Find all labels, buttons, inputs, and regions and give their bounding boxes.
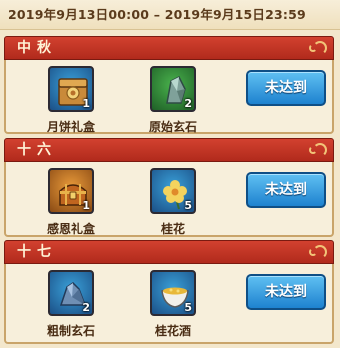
claim-reward-button[interactable]: 未达到 [246,172,326,208]
item-count: 2 [184,97,192,110]
reward-item-slot[interactable]: 2 [150,66,196,112]
item-count: 5 [184,199,192,212]
reward-item-slot[interactable]: 2 [48,270,94,316]
section-title: 十七 [17,244,57,260]
item-name: 原始玄石 [148,120,197,134]
item-count: 5 [184,301,192,314]
reward-section-seventeenth: 十七 2 粗制玄石 5 桂花酒 未达到 [4,240,334,344]
reward-item-slot[interactable]: 1 [48,66,94,112]
item-count: 1 [82,199,90,212]
claim-reward-button[interactable]: 未达到 [246,70,326,106]
item-name: 粗制玄石 [46,324,95,338]
reward-section-sixteenth: 十六 1 感恩礼盒 5 桂花 未达到 [4,138,334,237]
reward-item-slot[interactable]: 5 [150,168,196,214]
item-count: 1 [82,97,90,110]
reward-section-mid-autumn: 中秋 1 月饼礼盒 2 原始玄石 未达到 [4,36,334,134]
item-count: 2 [82,301,90,314]
section-header: 十六 [4,138,334,162]
item-name: 月饼礼盒 [46,120,95,134]
reward-item-slot[interactable]: 1 [48,168,94,214]
item-name: 桂花酒 [154,324,191,338]
scroll-ornament-icon [309,146,317,154]
item-name: 感恩礼盒 [46,222,95,236]
item-name: 桂花 [160,222,185,236]
section-header: 中秋 [4,36,334,60]
scroll-ornament-icon [309,248,317,256]
event-date-range: 2019年9月13日00:00 – 2019年9月15日23:59 [0,0,340,30]
section-header: 十七 [4,240,334,264]
reward-item-slot[interactable]: 5 [150,270,196,316]
section-title: 中秋 [17,40,57,56]
claim-reward-button[interactable]: 未达到 [246,274,326,310]
scroll-ornament-icon [309,44,317,52]
section-title: 十六 [17,142,57,158]
